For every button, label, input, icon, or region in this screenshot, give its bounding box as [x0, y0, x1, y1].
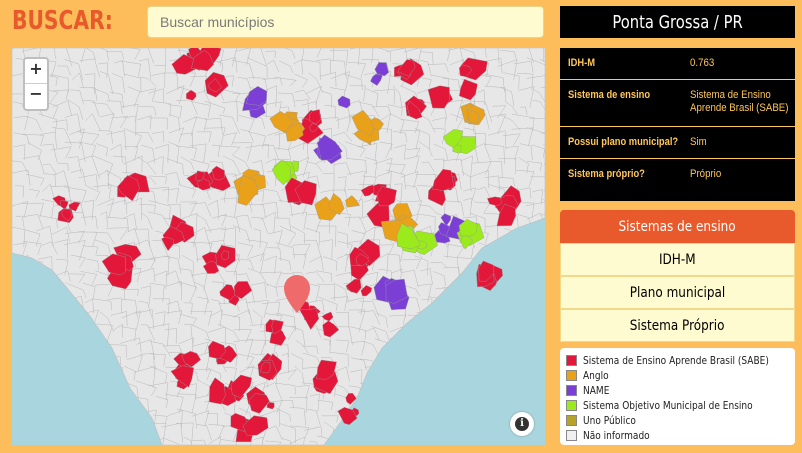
legend-swatch [566, 415, 577, 426]
legend-item: Sistema Objetivo Municipal de Ensino [566, 398, 795, 413]
legend-swatch [566, 430, 577, 441]
zoom-out-button[interactable]: − [25, 84, 47, 109]
legend-swatch [566, 385, 577, 396]
legend-item: Sistema de Ensino Aprende Brasil (SABE) [566, 353, 795, 368]
legend-swatch [566, 355, 577, 366]
municipality-map[interactable]: + − i [12, 48, 545, 445]
tab-sistemas-de-ensino[interactable]: Sistemas de ensino [560, 210, 795, 243]
info-value: Sistema de Ensino Aprende Brasil (SABE) [690, 89, 789, 114]
info-value: Próprio [690, 168, 722, 180]
info-key: IDH-M [568, 57, 596, 69]
legend-swatch [566, 370, 577, 381]
map-info-button[interactable]: i [510, 412, 534, 436]
search-label: BUSCAR: [12, 6, 113, 36]
legend-item: Uno Público [566, 413, 795, 428]
info-key: Sistema de ensino [568, 89, 651, 101]
map-canvas[interactable] [12, 48, 545, 445]
info-icon: i [515, 417, 529, 431]
map-legend: Sistema de Ensino Aprende Brasil (SABE) … [560, 348, 795, 445]
tab-sistema-proprio[interactable]: Sistema Próprio [560, 309, 795, 342]
info-row-idhm: IDH-M 0.763 [560, 48, 795, 80]
zoom-control: + − [23, 57, 49, 111]
municipality-info-table: IDH-M 0.763 Sistema de ensino Sistema de… [560, 48, 795, 201]
info-row-sistema: Sistema de ensino Sistema de Ensino Apre… [560, 80, 795, 127]
zoom-in-button[interactable]: + [25, 59, 47, 84]
info-value: Sim [690, 136, 707, 148]
tab-idhm[interactable]: IDH-M [560, 243, 795, 276]
layer-tabs: Sistemas de ensino IDH-M Plano municipal… [560, 210, 795, 342]
legend-item: NAME [566, 383, 795, 398]
search-input[interactable] [147, 6, 544, 38]
city-title: Ponta Grossa / PR [560, 6, 795, 38]
info-key: Sistema próprio? [568, 168, 645, 180]
legend-item: Não informado [566, 428, 795, 443]
info-key: Possui plano municipal? [568, 136, 679, 148]
legend-item: Anglo [566, 368, 795, 383]
info-row-plano: Possui plano municipal? Sim [560, 127, 795, 159]
info-row-proprio: Sistema próprio? Próprio [560, 159, 795, 201]
tab-plano-municipal[interactable]: Plano municipal [560, 276, 795, 309]
legend-swatch [566, 400, 577, 411]
info-value: 0.763 [690, 57, 715, 69]
